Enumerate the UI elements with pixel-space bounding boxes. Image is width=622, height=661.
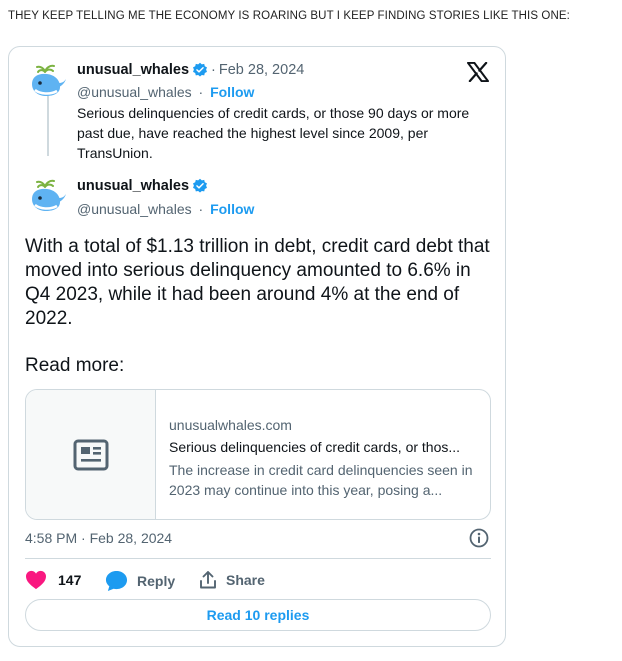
tweet-text: With a total of $1.13 trillion in debt, …	[25, 236, 490, 329]
read-replies-button[interactable]: Read 10 replies	[25, 599, 491, 631]
handle-row: @unusual_whales · Follow	[77, 201, 254, 217]
article-icon	[73, 439, 109, 471]
handle[interactable]: @unusual_whales	[77, 201, 192, 217]
verified-badge-icon	[193, 62, 207, 77]
share-label: Share	[226, 572, 265, 588]
display-name[interactable]: unusual_whales	[77, 178, 189, 194]
thread-connector-line	[47, 96, 49, 156]
link-domain: unusualwhales.com	[169, 417, 292, 433]
follow-button[interactable]: Follow	[210, 201, 254, 217]
link-preview-card[interactable]: unusualwhales.com Serious delinquencies …	[25, 389, 491, 520]
quoted-author-row: unusual_whales · Feb 28, 2024	[77, 62, 304, 78]
link-description: The increase in credit card delinquencie…	[169, 462, 473, 498]
like-count: 147	[58, 572, 82, 588]
quoted-tweet-text: Serious delinquencies of credit cards, o…	[77, 105, 470, 161]
share-button[interactable]: Share	[198, 570, 265, 590]
whale-avatar-icon[interactable]	[26, 175, 68, 217]
x-logo-icon[interactable]	[467, 62, 489, 82]
reply-bubble-icon	[105, 570, 128, 592]
quoted-handle[interactable]: @unusual_whales	[77, 84, 192, 100]
reply-label: Reply	[137, 573, 176, 589]
info-icon[interactable]	[469, 528, 489, 548]
link-title: Serious delinquencies of credit cards, o…	[169, 439, 461, 455]
quoted-date[interactable]: Feb 28, 2024	[219, 62, 304, 78]
verified-badge-icon	[193, 178, 207, 193]
separator-dot: ·	[211, 62, 216, 78]
like-button[interactable]: 147	[25, 570, 81, 590]
separator-dot: ·	[198, 201, 204, 217]
follow-button[interactable]: Follow	[210, 84, 254, 100]
read-more-label: Read more:	[25, 355, 125, 376]
post-header-text: THEY KEEP TELLING ME THE ECONOMY IS ROAR…	[8, 10, 570, 22]
separator-dot: ·	[198, 84, 204, 100]
divider	[25, 558, 491, 559]
share-icon	[200, 571, 216, 589]
reply-button[interactable]: Reply	[105, 570, 175, 592]
quoted-handle-row: @unusual_whales · Follow	[77, 84, 254, 100]
heart-icon	[26, 570, 46, 590]
author-row: unusual_whales	[77, 178, 208, 194]
quoted-display-name[interactable]: unusual_whales	[77, 62, 189, 78]
link-thumbnail	[26, 390, 156, 519]
tweet-timestamp[interactable]: 4:58 PM · Feb 28, 2024	[25, 530, 172, 546]
